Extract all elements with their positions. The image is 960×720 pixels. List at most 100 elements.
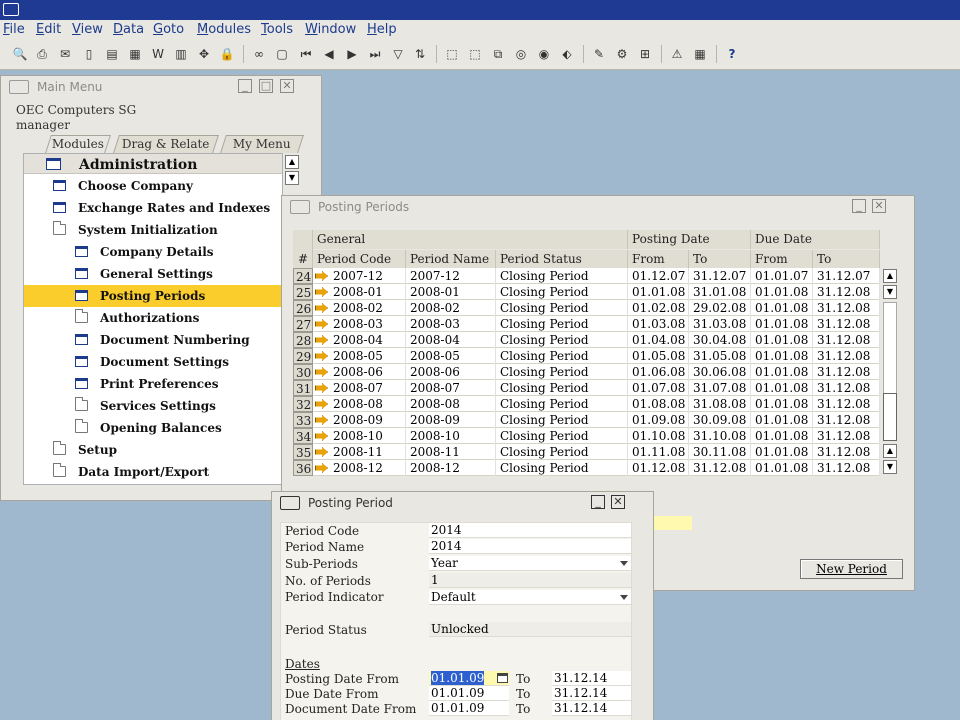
- sub-periods-select[interactable]: Year: [429, 556, 631, 571]
- next-record-icon[interactable]: ▶: [344, 46, 360, 62]
- cell-period-status[interactable]: Closing Period: [496, 428, 628, 444]
- table-row[interactable]: 26 2008-02 2008-02 Closing Period 01.02.08 29…: [293, 300, 880, 316]
- cell-row-number[interactable]: 30: [293, 364, 313, 380]
- cell-period-status[interactable]: Closing Period: [496, 444, 628, 460]
- tab-modules[interactable]: Modules: [45, 135, 111, 153]
- col-header-due-to[interactable]: To: [813, 250, 880, 269]
- word-icon[interactable]: W: [150, 46, 166, 62]
- document-date-to-field[interactable]: 31.12.14: [552, 701, 631, 716]
- cell-due-to[interactable]: 31.12.08: [813, 460, 880, 476]
- tree-item[interactable]: System Initialization: [24, 219, 282, 241]
- cell-posting-from[interactable]: 01.11.08: [628, 444, 689, 460]
- cell-due-from[interactable]: 01.01.08: [751, 460, 813, 476]
- journal-icon[interactable]: ◎: [513, 46, 529, 62]
- period-indicator-select[interactable]: Default: [429, 590, 631, 605]
- menu-tools[interactable]: Tools: [261, 22, 293, 37]
- cell-posting-from[interactable]: 01.03.08: [628, 316, 689, 332]
- cell-period-name[interactable]: 2008-04: [406, 332, 496, 348]
- scroll-thumb[interactable]: [883, 393, 897, 441]
- cell-period-name[interactable]: 2008-02: [406, 300, 496, 316]
- cell-due-from[interactable]: 01.01.08: [751, 284, 813, 300]
- cell-row-number[interactable]: 33: [293, 412, 313, 428]
- table-row[interactable]: 30 2008-06 2008-06 Closing Period 01.06.08 30…: [293, 364, 880, 380]
- table-row[interactable]: 29 2008-05 2008-05 Closing Period 01.05.08 31…: [293, 348, 880, 364]
- cell-period-code[interactable]: 2008-06: [313, 364, 406, 380]
- cell-due-to[interactable]: 31.12.08: [813, 396, 880, 412]
- cell-posting-from[interactable]: 01.07.08: [628, 380, 689, 396]
- cell-due-from[interactable]: 01.01.08: [751, 364, 813, 380]
- cell-due-to[interactable]: 31.12.08: [813, 348, 880, 364]
- minimize-button[interactable]: _: [591, 495, 605, 509]
- tree-item[interactable]: Company Details: [24, 241, 282, 263]
- num-periods-field[interactable]: 1: [429, 573, 631, 588]
- cell-posting-to[interactable]: 31.12.07: [689, 268, 751, 284]
- tree-item[interactable]: Document Settings: [24, 351, 282, 373]
- cell-posting-to[interactable]: 30.06.08: [689, 364, 751, 380]
- sms-icon[interactable]: ▯: [81, 46, 97, 62]
- cell-period-name[interactable]: 2008-03: [406, 316, 496, 332]
- document-date-from-field[interactable]: 01.01.09: [429, 701, 509, 716]
- scroll-up-button[interactable]: ▲: [883, 444, 897, 458]
- new-period-button[interactable]: New Period: [800, 559, 903, 579]
- cell-period-name[interactable]: 2008-12: [406, 460, 496, 476]
- cell-row-number[interactable]: 34: [293, 428, 313, 444]
- cell-period-status[interactable]: Closing Period: [496, 412, 628, 428]
- tree-item[interactable]: Opening Balances: [24, 417, 282, 439]
- cell-posting-from[interactable]: 01.12.08: [628, 460, 689, 476]
- cell-period-name[interactable]: 2008-09: [406, 412, 496, 428]
- table-row[interactable]: 31 2008-07 2008-07 Closing Period 01.07.08 31…: [293, 380, 880, 396]
- settings-icon[interactable]: ⬖: [559, 46, 575, 62]
- binoculars-icon[interactable]: ∞: [251, 46, 267, 62]
- sort-icon[interactable]: ⇅: [412, 46, 428, 62]
- email-icon[interactable]: ✉: [57, 46, 73, 62]
- cell-period-status[interactable]: Closing Period: [496, 396, 628, 412]
- cell-row-number[interactable]: 24: [293, 268, 313, 284]
- cell-period-code[interactable]: 2008-02: [313, 300, 406, 316]
- cell-period-name[interactable]: 2008-07: [406, 380, 496, 396]
- grid-scrollbar[interactable]: ▲ ▼ ▲ ▼: [881, 268, 899, 476]
- cell-due-to[interactable]: 31.12.08: [813, 300, 880, 316]
- cell-period-status[interactable]: Closing Period: [496, 316, 628, 332]
- cell-period-status[interactable]: Closing Period: [496, 268, 628, 284]
- col-header-period-status[interactable]: Period Status: [496, 250, 628, 269]
- cell-due-to[interactable]: 31.12.08: [813, 380, 880, 396]
- fax-icon[interactable]: ▤: [104, 46, 120, 62]
- close-button[interactable]: ✕: [280, 79, 294, 93]
- menu-modules[interactable]: Modules: [197, 22, 251, 37]
- cell-period-code[interactable]: 2008-03: [313, 316, 406, 332]
- cell-period-code[interactable]: 2008-04: [313, 332, 406, 348]
- cell-due-to[interactable]: 31.12.08: [813, 284, 880, 300]
- cell-posting-from[interactable]: 01.08.08: [628, 396, 689, 412]
- cell-due-to[interactable]: 31.12.08: [813, 332, 880, 348]
- tree-item[interactable]: Setup: [24, 439, 282, 461]
- due-date-from-field[interactable]: 01.01.09: [429, 686, 509, 701]
- tree-item[interactable]: Authorizations: [24, 307, 282, 329]
- tree-item[interactable]: Print Preferences: [24, 373, 282, 395]
- due-date-to-field[interactable]: 31.12.14: [552, 686, 631, 701]
- cell-posting-to[interactable]: 31.07.08: [689, 380, 751, 396]
- calendar-icon[interactable]: ▦: [692, 46, 708, 62]
- minimize-button[interactable]: _: [238, 79, 252, 93]
- tree-item[interactable]: General Settings: [24, 263, 282, 285]
- tree-item[interactable]: Data Import/Export: [24, 461, 282, 483]
- menu-goto[interactable]: Goto: [153, 22, 184, 37]
- table-row[interactable]: 25 2008-01 2008-01 Closing Period 01.01.08 31…: [293, 284, 880, 300]
- cell-posting-to[interactable]: 31.10.08: [689, 428, 751, 444]
- cell-posting-to[interactable]: 30.09.08: [689, 412, 751, 428]
- cell-due-to[interactable]: 31.12.08: [813, 428, 880, 444]
- table-row[interactable]: 32 2008-08 2008-08 Closing Period 01.08.08 31…: [293, 396, 880, 412]
- cell-posting-from[interactable]: 01.06.08: [628, 364, 689, 380]
- period-name-field[interactable]: 2014: [429, 539, 631, 554]
- posting-date-to-field[interactable]: 31.12.14: [552, 671, 631, 686]
- cell-period-status[interactable]: Closing Period: [496, 380, 628, 396]
- table-row[interactable]: 36 2008-12 2008-12 Closing Period 01.12.08 31…: [293, 460, 880, 476]
- cell-posting-from[interactable]: 01.09.08: [628, 412, 689, 428]
- cell-row-number[interactable]: 25: [293, 284, 313, 300]
- preview-icon[interactable]: 🔍: [12, 46, 28, 62]
- cell-period-code[interactable]: 2007-12: [313, 268, 406, 284]
- col-header-period-code[interactable]: Period Code: [313, 250, 406, 269]
- print-icon[interactable]: ⎙: [34, 46, 50, 62]
- cell-period-code[interactable]: 2008-07: [313, 380, 406, 396]
- col-header-period-name[interactable]: Period Name: [406, 250, 496, 269]
- cell-row-number[interactable]: 29: [293, 348, 313, 364]
